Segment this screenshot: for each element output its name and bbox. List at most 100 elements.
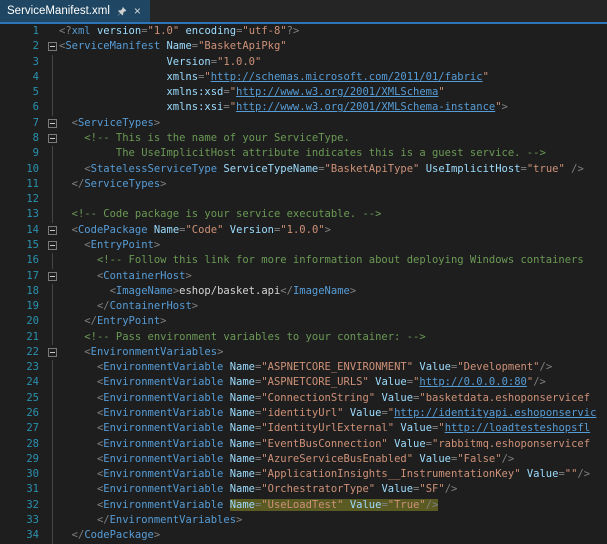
fold-toggle-icon[interactable]: [46, 116, 59, 131]
code-token: "Development": [457, 361, 539, 373]
code-text: <?xml version="1.0" encoding="utf-8"?>: [59, 24, 607, 39]
line-number[interactable]: 10: [0, 162, 46, 177]
code-token: >: [502, 101, 508, 113]
code-line[interactable]: 3 Version="1.0.0": [0, 55, 607, 70]
code-line[interactable]: 10 <StatelessServiceType ServiceTypeName…: [0, 162, 607, 177]
line-number[interactable]: 18: [0, 284, 46, 299]
code-token: Value: [527, 468, 559, 480]
code-token: Value: [381, 483, 413, 495]
line-number[interactable]: 12: [0, 192, 46, 207]
line-number[interactable]: 9: [0, 146, 46, 161]
code-token: "1.0.0": [217, 56, 261, 68]
code-token: [59, 315, 84, 327]
line-number[interactable]: 34: [0, 528, 46, 543]
line-number[interactable]: 16: [0, 253, 46, 268]
fold-guide: [46, 375, 59, 390]
code-line[interactable]: 11 </ServiceTypes>: [0, 177, 607, 192]
tab-servicemanifest[interactable]: ServiceManifest.xml ×: [0, 0, 150, 22]
code-line[interactable]: 4 xmlns="http://schemas.microsoft.com/20…: [0, 70, 607, 85]
line-number[interactable]: 4: [0, 70, 46, 85]
code-line[interactable]: 29 <EnvironmentVariable Name="AzureServi…: [0, 452, 607, 467]
code-line[interactable]: 14 <CodePackage Name="Code" Version="1.0…: [0, 223, 607, 238]
code-line[interactable]: 31 <EnvironmentVariable Name="Orchestrat…: [0, 482, 607, 497]
code-token: >: [236, 514, 242, 526]
code-line[interactable]: 26 <EnvironmentVariable Name="identityUr…: [0, 406, 607, 421]
code-line[interactable]: 7 <ServiceTypes>: [0, 116, 607, 131]
close-icon[interactable]: ×: [134, 5, 141, 17]
line-number[interactable]: 30: [0, 467, 46, 482]
code-line[interactable]: 25 <EnvironmentVariable Name="Connection…: [0, 391, 607, 406]
code-line[interactable]: 1 <?xml version="1.0" encoding="utf-8"?>: [0, 24, 607, 39]
code-line[interactable]: 2<ServiceManifest Name="BasketApiPkg": [0, 39, 607, 54]
line-number[interactable]: 5: [0, 85, 46, 100]
code-text: <EnvironmentVariables>: [59, 345, 607, 360]
line-number[interactable]: 3: [0, 55, 46, 70]
code-line[interactable]: 8 <!-- This is the name of your ServiceT…: [0, 131, 607, 146]
line-number[interactable]: 31: [0, 482, 46, 497]
fold-toggle-icon[interactable]: [46, 238, 59, 253]
fold-toggle-icon[interactable]: [46, 39, 59, 54]
code-token: Value: [350, 407, 382, 419]
code-line[interactable]: 6 xmlns:xsi="http://www.w3.org/2001/XMLS…: [0, 100, 607, 115]
code-line[interactable]: 17 <ContainerHost>: [0, 269, 607, 284]
line-number[interactable]: 11: [0, 177, 46, 192]
code-line[interactable]: 27 <EnvironmentVariable Name="IdentityUr…: [0, 421, 607, 436]
line-number[interactable]: 1: [0, 24, 46, 39]
line-number[interactable]: 29: [0, 452, 46, 467]
code-line[interactable]: 32 <EnvironmentVariable Name="UseLoadTes…: [0, 498, 607, 513]
line-number[interactable]: 2: [0, 39, 46, 54]
code-token: CodePackage: [78, 224, 148, 236]
line-number[interactable]: 27: [0, 421, 46, 436]
code-line[interactable]: 24 <EnvironmentVariable Name="ASPNETCORE…: [0, 375, 607, 390]
code-token: >: [325, 224, 331, 236]
line-number[interactable]: 15: [0, 238, 46, 253]
line-number[interactable]: 23: [0, 360, 46, 375]
code-line[interactable]: 19 </ContainerHost>: [0, 299, 607, 314]
code-line[interactable]: 28 <EnvironmentVariable Name="EventBusCo…: [0, 437, 607, 452]
fold-toggle-icon[interactable]: [46, 223, 59, 238]
line-number[interactable]: 17: [0, 269, 46, 284]
code-line[interactable]: 23 <EnvironmentVariable Name="ASPNETCORE…: [0, 360, 607, 375]
code-token: ServiceTypes: [84, 178, 160, 190]
line-number[interactable]: 14: [0, 223, 46, 238]
code-line[interactable]: 13 <!-- Code package is your service exe…: [0, 207, 607, 222]
code-line[interactable]: 33 </EnvironmentVariables>: [0, 513, 607, 528]
line-number[interactable]: 13: [0, 207, 46, 222]
line-number[interactable]: 20: [0, 314, 46, 329]
code-line[interactable]: 5 xmlns:xsd="http://www.w3.org/2001/XMLS…: [0, 85, 607, 100]
code-editor[interactable]: 1<?xml version="1.0" encoding="utf-8"?>2…: [0, 24, 607, 544]
line-number[interactable]: 33: [0, 513, 46, 528]
code-token: "ApplicationInsights__InstrumentationKey…: [261, 468, 520, 480]
code-line[interactable]: 34 </CodePackage>: [0, 528, 607, 543]
code-line[interactable]: 16 <!-- Follow this link for more inform…: [0, 253, 607, 268]
line-number[interactable]: 26: [0, 406, 46, 421]
line-number[interactable]: 25: [0, 391, 46, 406]
line-number[interactable]: 32: [0, 498, 46, 513]
line-number[interactable]: 19: [0, 299, 46, 314]
code-line[interactable]: 22 <EnvironmentVariables>: [0, 345, 607, 360]
code-token: eshop/basket.api: [179, 285, 280, 297]
tab-bar: ServiceManifest.xml ×: [0, 0, 607, 24]
line-number[interactable]: 6: [0, 100, 46, 115]
code-line[interactable]: 9 The UseImplicitHost attribute indicate…: [0, 146, 607, 161]
line-number[interactable]: 7: [0, 116, 46, 131]
code-line[interactable]: 30 <EnvironmentVariable Name="Applicatio…: [0, 467, 607, 482]
code-token: "true": [527, 163, 565, 175]
pin-icon[interactable]: [117, 6, 127, 17]
fold-toggle-icon[interactable]: [46, 131, 59, 146]
line-number[interactable]: 21: [0, 330, 46, 345]
code-line[interactable]: 20 </EntryPoint>: [0, 314, 607, 329]
code-line[interactable]: 21 <!-- Pass environment variables to yo…: [0, 330, 607, 345]
fold-toggle-icon[interactable]: [46, 269, 59, 284]
line-number[interactable]: 28: [0, 437, 46, 452]
line-number[interactable]: 8: [0, 131, 46, 146]
code-line[interactable]: 15 <EntryPoint>: [0, 238, 607, 253]
line-number[interactable]: 24: [0, 375, 46, 390]
code-line[interactable]: 12: [0, 192, 607, 207]
code-token: http://www.w3.org/2001/XMLSchema-instanc…: [236, 101, 495, 113]
line-number[interactable]: 22: [0, 345, 46, 360]
fold-toggle-icon[interactable]: [46, 345, 59, 360]
code-line[interactable]: 18 <ImageName>eshop/basket.api</ImageNam…: [0, 284, 607, 299]
code-token: </: [72, 178, 85, 190]
code-text: Version="1.0.0": [59, 55, 607, 70]
